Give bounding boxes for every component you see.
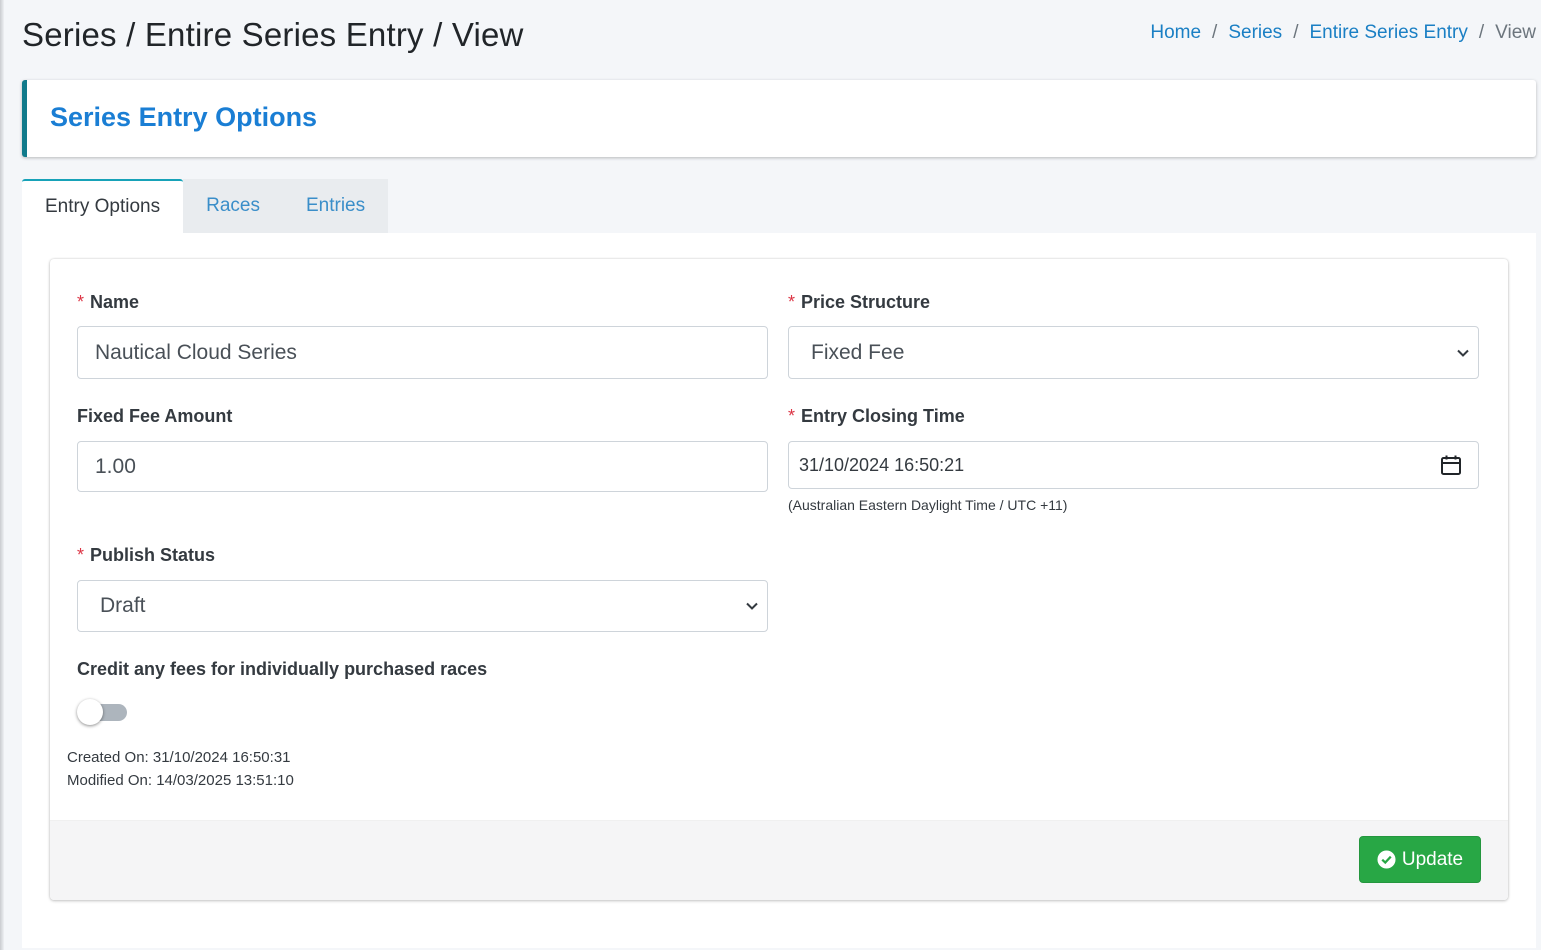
tab-content: * Name Nautical Cloud Series * Price Struc… bbox=[22, 233, 1536, 948]
required-marker: * bbox=[77, 545, 85, 565]
entry-closing-time-input[interactable]: 31/10/2024 16:50:21 bbox=[788, 441, 1479, 489]
fixed-fee-amount-value: 1.00 bbox=[95, 454, 136, 478]
breadcrumb-home[interactable]: Home bbox=[1150, 22, 1201, 44]
price-structure-select[interactable]: Fixed Fee bbox=[788, 326, 1479, 379]
breadcrumb: Home / Series / Entire Series Entry / Vi… bbox=[1150, 22, 1536, 44]
created-on: Created On: 31/10/2024 16:50:31 bbox=[67, 749, 291, 766]
name-label-text: Name bbox=[90, 292, 140, 312]
breadcrumb-current: View bbox=[1495, 22, 1536, 43]
fixed-fee-amount-input[interactable]: 1.00 bbox=[77, 441, 768, 492]
credit-fees-label: Credit any fees for individually purchas… bbox=[77, 659, 488, 679]
content-header: Series / Entire Series Entry / View Home… bbox=[22, 16, 1541, 66]
price-structure-value: Fixed Fee bbox=[811, 340, 905, 364]
check-circle-icon bbox=[1377, 850, 1396, 869]
entry-closing-time-label-text: Entry Closing Time bbox=[801, 406, 965, 426]
breadcrumb-separator: / bbox=[1212, 22, 1218, 43]
name-label: * Name bbox=[77, 292, 139, 313]
chevron-down-icon bbox=[1457, 349, 1469, 357]
breadcrumb-series[interactable]: Series bbox=[1228, 22, 1282, 44]
price-structure-label-text: Price Structure bbox=[801, 292, 931, 312]
name-input-value: Nautical Cloud Series bbox=[95, 340, 297, 364]
breadcrumb-entire-series-entry[interactable]: Entire Series Entry bbox=[1309, 22, 1467, 44]
name-input[interactable]: Nautical Cloud Series bbox=[77, 326, 768, 379]
price-structure-label: * Price Structure bbox=[788, 292, 930, 313]
window-edge bbox=[0, 0, 4, 950]
required-marker: * bbox=[788, 292, 796, 312]
tab-entries[interactable]: Entries bbox=[283, 179, 388, 233]
required-marker: * bbox=[788, 406, 796, 426]
credit-fees-toggle[interactable] bbox=[77, 699, 127, 725]
page-title: Series / Entire Series Entry / View bbox=[22, 16, 524, 53]
tab-entry-options[interactable]: Entry Options bbox=[22, 179, 184, 233]
publish-status-value: Draft bbox=[100, 594, 146, 617]
modified-on: Modified On: 14/03/2025 13:51:10 bbox=[67, 772, 294, 789]
tab-bar: Entry Options Races Entries bbox=[22, 179, 389, 233]
tab-group: Races Entries bbox=[183, 179, 389, 233]
fixed-fee-amount-label: Fixed Fee Amount bbox=[77, 406, 233, 426]
update-button[interactable]: Update bbox=[1359, 836, 1481, 883]
breadcrumb-separator: / bbox=[1478, 22, 1485, 43]
toggle-knob bbox=[77, 699, 103, 725]
entry-closing-time-value: 31/10/2024 16:50:21 bbox=[799, 454, 965, 475]
update-button-label: Update bbox=[1401, 848, 1464, 870]
section-callout: Series Entry Options bbox=[22, 80, 1536, 157]
publish-status-select[interactable]: Draft bbox=[77, 580, 768, 632]
entry-options-card: * Name Nautical Cloud Series * Price Struc… bbox=[50, 259, 1508, 900]
entry-closing-time-label: * Entry Closing Time bbox=[788, 406, 965, 427]
publish-status-label-text: Publish Status bbox=[90, 545, 216, 565]
section-title: Series Entry Options bbox=[50, 102, 318, 132]
required-marker: * bbox=[77, 292, 85, 312]
card-footer: Update bbox=[50, 820, 1508, 900]
breadcrumb-separator: / bbox=[1293, 22, 1299, 43]
chevron-down-icon bbox=[746, 602, 758, 610]
calendar-icon[interactable] bbox=[1440, 454, 1462, 476]
timezone-note: (Australian Eastern Daylight Time / UTC … bbox=[788, 497, 1068, 513]
tab-races[interactable]: Races bbox=[183, 179, 283, 233]
publish-status-label: * Publish Status bbox=[77, 545, 215, 566]
